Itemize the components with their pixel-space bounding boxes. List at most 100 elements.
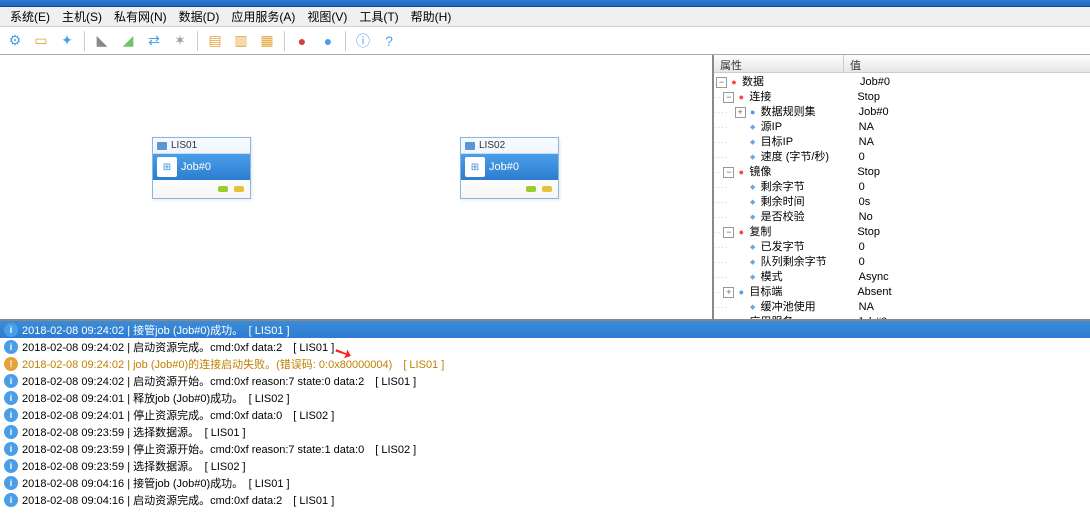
info-icon: i	[4, 425, 18, 439]
tree-row[interactable]: ··−●连接Stop	[714, 90, 1090, 105]
tree-label: 镜像	[749, 165, 857, 180]
tree-leaf-icon	[748, 183, 758, 193]
plug2-icon[interactable]: ◢	[117, 30, 139, 52]
tree-row[interactable]: ····源IPNA	[714, 120, 1090, 135]
log-row[interactable]: i2018-02-08 09:24:02 | 启动资源开始。cmd:0xf re…	[0, 372, 1090, 389]
log-header-row[interactable]: i2018-02-08 09:24:02 | 接管job (Job#0)成功。 …	[0, 321, 1090, 338]
info-icon: i	[4, 442, 18, 456]
menu-item-0[interactable]: 系统(E)	[4, 6, 56, 27]
menu-bar: 系统(E)主机(S)私有网(N)数据(D)应用服务(A)视图(V)工具(T)帮助…	[0, 7, 1090, 27]
tree-label: 应用服务	[749, 315, 857, 319]
doc1-icon[interactable]: ▤	[204, 30, 226, 52]
tree-label: 缓冲池使用	[761, 300, 859, 315]
doc3-icon[interactable]: ▦	[256, 30, 278, 52]
tree-leaf-icon	[748, 198, 758, 208]
info-icon[interactable]: ⓘ	[352, 30, 374, 52]
tree-toggle-icon[interactable]: −	[723, 167, 734, 178]
tree-node-icon: ●	[729, 78, 739, 88]
tree-row[interactable]: ··−●镜像Stop	[714, 165, 1090, 180]
node-header: LIS01	[153, 138, 250, 154]
tree-row[interactable]: ····剩余时间0s	[714, 195, 1090, 210]
globe-icon[interactable]: ●	[291, 30, 313, 52]
tree-row[interactable]: ····速度 (字节/秒)0	[714, 150, 1090, 165]
tree-value: 0	[859, 240, 1090, 255]
log-row[interactable]: i2018-02-08 09:24:02 | 启动资源完成。cmd:0xf da…	[0, 338, 1090, 355]
menu-item-7[interactable]: 帮助(H)	[405, 6, 458, 27]
tree-guide: ··	[714, 225, 721, 240]
info-icon: i	[4, 374, 18, 388]
tree-row[interactable]: −●数据Job#0	[714, 75, 1090, 90]
tree-value: Job#0	[859, 105, 1090, 120]
tree-guide: ····	[714, 270, 729, 285]
arrows-icon[interactable]: ⇄	[143, 30, 165, 52]
tree-row[interactable]: ··−●复制Stop	[714, 225, 1090, 240]
node-LIS02[interactable]: LIS02⊞Job#0	[460, 137, 559, 199]
led-yellow-icon	[234, 186, 244, 192]
menu-item-4[interactable]: 应用服务(A)	[225, 6, 301, 27]
tree-row[interactable]: ··+●目标端Absent	[714, 285, 1090, 300]
doc2-icon[interactable]: ▥	[230, 30, 252, 52]
log-row[interactable]: !2018-02-08 09:24:02 | job (Job#0)的连接启动失…	[0, 355, 1090, 372]
tree-toggle-icon[interactable]: −	[723, 92, 734, 103]
canvas-area[interactable]: LIS01⊞Job#0LIS02⊞Job#0	[0, 55, 714, 319]
log-row[interactable]: i2018-02-08 09:24:01 | 停止资源完成。cmd:0xf da…	[0, 406, 1090, 423]
tree-toggle-icon[interactable]: +	[735, 107, 746, 118]
node-job-label: Job#0	[181, 161, 211, 173]
tree-leaf-icon	[748, 138, 758, 148]
log-row[interactable]: i2018-02-08 09:04:16 | 接管job (Job#0)成功。 …	[0, 474, 1090, 491]
menu-item-1[interactable]: 主机(S)	[56, 6, 108, 27]
tree-label: 复制	[749, 225, 857, 240]
node-job[interactable]: ⊞Job#0	[153, 154, 250, 180]
tree-label: 队列剩余字节	[761, 255, 859, 270]
tree-leaf-icon	[748, 213, 758, 223]
toolbar-separator	[284, 31, 285, 51]
log-row[interactable]: i2018-02-08 09:23:59 | 停止资源开始。cmd:0xf re…	[0, 440, 1090, 457]
properties-tree[interactable]: −●数据Job#0··−●连接Stop····+●数据规则集Job#0····源…	[714, 73, 1090, 319]
log-row[interactable]: i2018-02-08 09:23:59 | 选择数据源。 [ LIS02 ]	[0, 457, 1090, 474]
tree-guide: ··	[714, 315, 721, 319]
connection-line	[251, 172, 460, 174]
log-row[interactable]: i2018-02-08 09:24:01 | 释放job (Job#0)成功。 …	[0, 389, 1090, 406]
find-icon[interactable]: ✦	[56, 30, 78, 52]
tree-guide: ····	[714, 255, 729, 270]
tree-node-icon: ●	[736, 288, 746, 298]
plug-icon[interactable]: ◣	[91, 30, 113, 52]
tree-label: 已发字节	[761, 240, 859, 255]
info-icon: i	[4, 493, 18, 507]
node-LIS01[interactable]: LIS01⊞Job#0	[152, 137, 251, 199]
log-row[interactable]: i2018-02-08 09:04:16 | 启动资源完成。cmd:0xf da…	[0, 491, 1090, 508]
tree-row[interactable]: ····模式Async	[714, 270, 1090, 285]
tree-row[interactable]: ····目标IPNA	[714, 135, 1090, 150]
tree-row[interactable]: ···· 队列剩余字节0	[714, 255, 1090, 270]
globe2-icon[interactable]: ●	[317, 30, 339, 52]
tree-row[interactable]: ····剩余字节0	[714, 180, 1090, 195]
spark-icon[interactable]: ✶	[169, 30, 191, 52]
tree-toggle-icon[interactable]: +	[723, 287, 734, 298]
tree-value: 0	[859, 255, 1090, 270]
menu-item-3[interactable]: 数据(D)	[173, 6, 226, 27]
tree-row[interactable]: ····是否校验No	[714, 210, 1090, 225]
help-icon[interactable]: ?	[378, 30, 400, 52]
tree-row[interactable]: ····已发字节0	[714, 240, 1090, 255]
tree-toggle-icon[interactable]: −	[723, 227, 734, 238]
tree-guide: ····	[714, 300, 729, 315]
tree-row[interactable]: ····缓冲池使用NA	[714, 300, 1090, 315]
tree-node-icon: ●	[736, 228, 746, 238]
log-row[interactable]: i2018-02-08 09:23:59 | 选择数据源。 [ LIS01 ]	[0, 423, 1090, 440]
tree-leaf-icon	[748, 258, 758, 268]
node-job[interactable]: ⊞Job#0	[461, 154, 558, 180]
tree-value: Stop	[857, 225, 1090, 240]
server-icon[interactable]: ▭	[30, 30, 52, 52]
led-green-icon	[526, 186, 536, 192]
menu-item-5[interactable]: 视图(V)	[301, 6, 353, 27]
led-green-icon	[218, 186, 228, 192]
menu-item-6[interactable]: 工具(T)	[353, 6, 404, 27]
tree-toggle-icon[interactable]: −	[716, 77, 727, 88]
tree-leaf-icon	[748, 243, 758, 253]
tree-row[interactable]: ··应用服务Job#0	[714, 315, 1090, 319]
config-icon[interactable]: ⚙	[4, 30, 26, 52]
tree-row[interactable]: ····+●数据规则集Job#0	[714, 105, 1090, 120]
tree-label: 数据规则集	[761, 105, 859, 120]
menu-item-2[interactable]: 私有网(N)	[108, 6, 173, 27]
info-icon: i	[4, 391, 18, 405]
